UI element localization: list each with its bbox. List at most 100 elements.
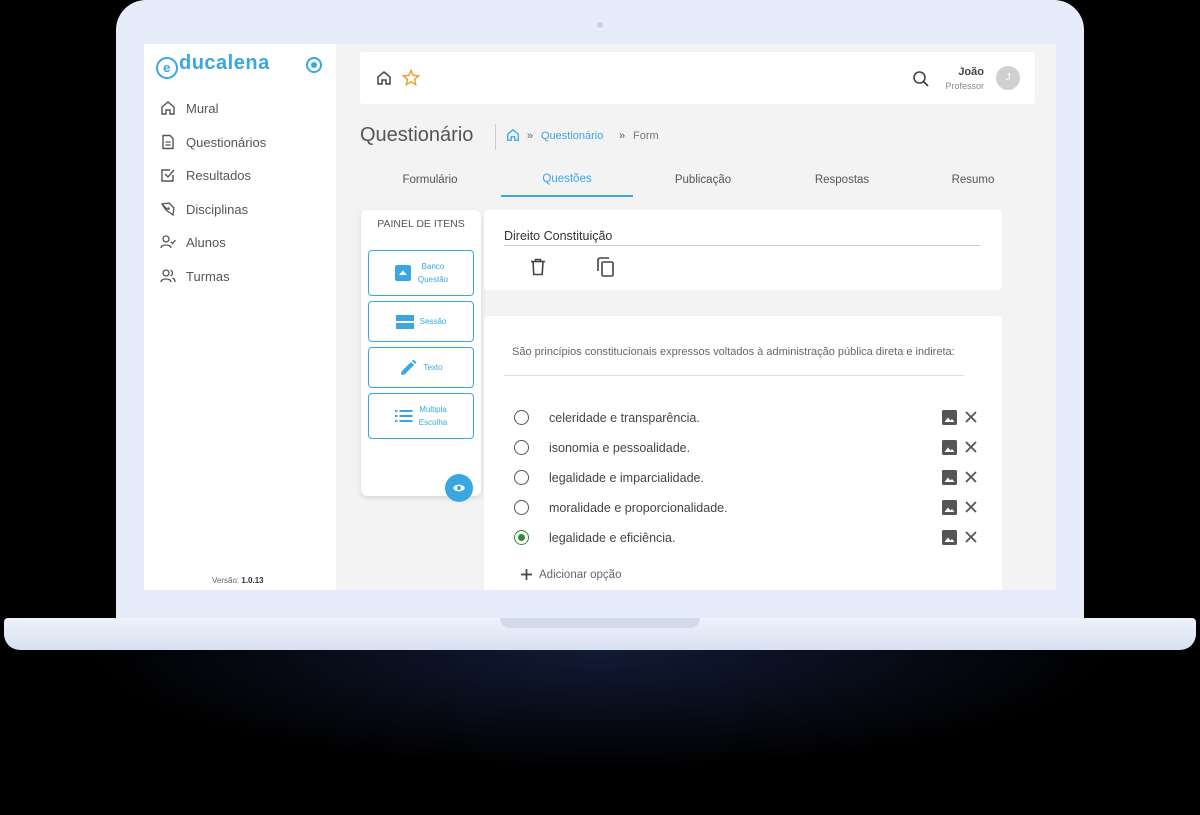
user-name[interactable]: João: [946, 66, 984, 78]
version-prefix: Versão:: [212, 576, 240, 585]
breadcrumb-separator: »: [527, 130, 534, 142]
button-label: Texto: [423, 363, 443, 372]
button-label: Sessão: [419, 317, 447, 326]
bank-icon: [394, 265, 411, 281]
add-option-button[interactable]: Adicionar opção: [520, 568, 621, 581]
image-icon[interactable]: [942, 410, 957, 425]
list-icon: [394, 410, 413, 422]
image-icon[interactable]: [942, 440, 957, 455]
multiple-choice-button[interactable]: Multipla Escolha: [368, 393, 474, 439]
logo-letter: e: [156, 57, 178, 79]
question-bank-button[interactable]: Banco Questão: [368, 250, 474, 296]
laptop-shadow: [80, 650, 1120, 770]
option-row: legalidade e eficiência.: [514, 528, 984, 548]
tab-publicacao[interactable]: Publicação: [643, 174, 763, 186]
sidebar-item-questionarios[interactable]: Questionários: [160, 130, 266, 154]
home-icon: [161, 101, 175, 115]
add-option-label: Adicionar opção: [539, 568, 622, 581]
title-divider: [495, 124, 496, 150]
sidebar-toggle-icon[interactable]: [306, 57, 322, 73]
breadcrumb-home-icon[interactable]: [506, 128, 520, 142]
option-radio-selected[interactable]: [514, 530, 529, 545]
star-icon[interactable]: [402, 69, 420, 87]
option-row: isonomia e pessoalidade.: [514, 438, 984, 458]
sidebar-item-label: Alunos: [186, 234, 226, 250]
close-icon[interactable]: [964, 500, 978, 514]
camera-dot: [597, 22, 603, 28]
section-title-underline: [504, 245, 980, 246]
close-icon[interactable]: [964, 470, 978, 484]
sidebar-item-label: Mural: [186, 100, 219, 116]
items-panel: PAINEL DE ITENS Banco Questão Sessão Text…: [361, 210, 481, 502]
option-label[interactable]: moralidade e proporcionalidade.: [549, 501, 728, 515]
question-card: São princípios constitucionais expressos…: [484, 316, 1002, 590]
tab-questoes[interactable]: Questões: [507, 173, 627, 185]
logo-text: ducalena: [179, 52, 270, 74]
breadcrumb-separator: »: [619, 130, 626, 142]
user-check-icon: [160, 235, 176, 249]
pen-icon: [160, 202, 175, 217]
option-radio[interactable]: [514, 410, 529, 425]
sidebar-item-label: Resultados: [186, 167, 252, 183]
sidebar-item-turmas[interactable]: Turmas: [160, 264, 230, 288]
sidebar-item-label: Turmas: [186, 268, 230, 284]
laptop-notch: [500, 618, 700, 628]
button-label: Multipla Escolha: [418, 405, 448, 427]
question-text-input[interactable]: São princípios constitucionais expressos…: [504, 334, 964, 376]
sidebar-item-alunos[interactable]: Alunos: [160, 230, 226, 254]
version-number: 1.0.13: [241, 576, 264, 585]
user-role: Professor: [945, 81, 984, 91]
breadcrumb-current: Form: [633, 130, 659, 142]
button-label: Banco Questão: [417, 262, 449, 284]
sidebar-item-disciplinas[interactable]: Disciplinas: [160, 197, 248, 221]
image-icon[interactable]: [942, 470, 957, 485]
pencil-icon: [401, 359, 417, 375]
users-icon: [160, 269, 176, 283]
option-radio[interactable]: [514, 440, 529, 455]
section-icon: [395, 314, 414, 329]
option-radio[interactable]: [514, 470, 529, 485]
sidebar-item-label: Questionários: [186, 134, 267, 150]
checkbox-icon: [161, 169, 175, 182]
option-label[interactable]: celeridade e transparência.: [549, 411, 700, 425]
sidebar: e ducalena Mural Questionários Resultados…: [144, 44, 336, 590]
close-icon[interactable]: [964, 440, 978, 454]
preview-button[interactable]: [445, 474, 473, 502]
trash-icon[interactable]: [530, 258, 546, 276]
app-screen: e ducalena Mural Questionários Resultados…: [144, 44, 1056, 590]
text-button[interactable]: Texto: [368, 347, 474, 388]
panel-title: PAINEL DE ITENS: [377, 218, 465, 230]
document-icon: [162, 134, 174, 150]
breadcrumb-link[interactable]: Questionário: [541, 130, 603, 142]
image-icon[interactable]: [942, 530, 957, 545]
option-label[interactable]: isonomia e pessoalidade.: [549, 441, 690, 455]
close-icon[interactable]: [964, 530, 978, 544]
eye-icon: [453, 484, 465, 492]
tab-respostas[interactable]: Respostas: [782, 174, 902, 186]
tab-resumo[interactable]: Resumo: [913, 174, 1033, 186]
app-logo[interactable]: e ducalena: [156, 52, 270, 79]
option-row: legalidade e imparcialidade.: [514, 468, 984, 488]
sidebar-item-resultados[interactable]: Resultados: [160, 163, 251, 187]
sidebar-item-label: Disciplinas: [186, 201, 249, 217]
home-icon[interactable]: [376, 70, 392, 86]
image-icon[interactable]: [942, 500, 957, 515]
section-card: Direito Constituição: [484, 210, 1002, 290]
option-label[interactable]: legalidade e imparcialidade.: [549, 471, 704, 485]
option-radio[interactable]: [514, 500, 529, 515]
option-label[interactable]: legalidade e eficiência.: [549, 531, 675, 545]
top-bar: João Professor J: [360, 52, 1035, 104]
active-tab-indicator: [501, 195, 633, 197]
section-button[interactable]: Sessão: [368, 301, 474, 342]
option-row: celeridade e transparência.: [514, 408, 984, 428]
copy-icon[interactable]: [597, 257, 615, 277]
section-title-input[interactable]: Direito Constituição: [504, 229, 612, 243]
search-icon[interactable]: [912, 70, 930, 88]
close-icon[interactable]: [964, 410, 978, 424]
version-label: Versão: 1.0.13: [212, 576, 264, 585]
avatar[interactable]: J: [996, 66, 1020, 90]
tab-formulario[interactable]: Formulário: [370, 174, 490, 186]
page-title: Questionário: [360, 124, 474, 146]
option-row: moralidade e proporcionalidade.: [514, 498, 984, 518]
sidebar-item-mural[interactable]: Mural: [160, 96, 219, 120]
